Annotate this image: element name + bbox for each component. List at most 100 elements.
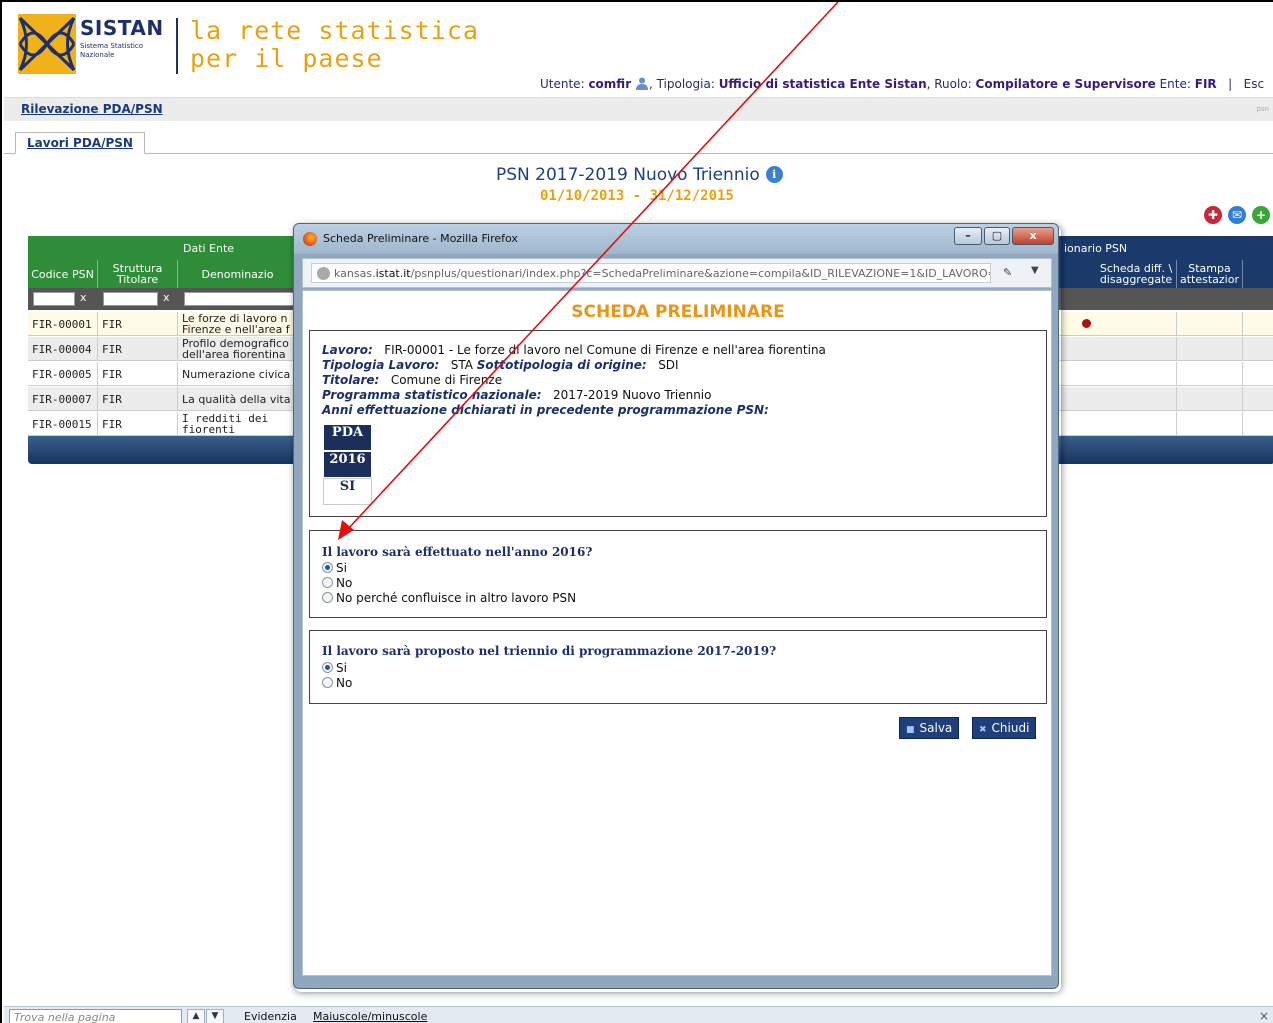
radio-option-si[interactable]: Si (322, 661, 347, 675)
url-host: kansas. (334, 267, 376, 280)
nav-corner-label: psn (1256, 105, 1269, 113)
filter-struttura-input[interactable] (103, 292, 158, 306)
find-close-icon[interactable]: × (1259, 1009, 1269, 1023)
cell-struttura: FIR (98, 387, 178, 411)
radio-icon[interactable] (322, 577, 333, 588)
ruolo-label: , Ruolo: (926, 77, 972, 91)
lavoro-label: Lavoro: (322, 343, 373, 357)
nav-link-rilevazione[interactable]: Rilevazione PDA/PSN (21, 102, 163, 116)
find-input[interactable]: Trova nella pagina (9, 1009, 182, 1023)
years-header: PDA (323, 424, 372, 451)
page-dates: 01/10/2013 - 31/12/2015 (540, 188, 734, 204)
logo-divider (176, 18, 178, 74)
cell-codice: FIR-00005 (28, 362, 98, 386)
radio-icon[interactable] (322, 677, 333, 688)
col-stampa[interactable]: Stampa attestazior (1177, 260, 1243, 288)
filter-codice-input[interactable] (33, 292, 75, 306)
sistan-logo[interactable]: SISTAN Sistema Statistico Nazionale (18, 14, 168, 78)
filter-clear-icon[interactable]: x (80, 291, 87, 304)
tagline: la rete statistica (190, 16, 479, 45)
years-value: SI (323, 478, 372, 505)
col-struttura[interactable]: Struttura Titolare (98, 260, 178, 288)
cell-denominazione: La qualità della vita (178, 387, 298, 411)
find-next-button[interactable]: ▼ (206, 1009, 224, 1023)
cell-denominazione: Profilo demografico dell'area fiorentina (178, 337, 298, 361)
cell-stampa (1177, 362, 1243, 386)
radio-option-no[interactable]: No (322, 576, 353, 590)
filter-denominazione-input[interactable] (184, 292, 298, 306)
col-codice-psn[interactable]: Codice PSN (28, 260, 98, 288)
col-scheda-diff[interactable]: Scheda diff. \ disaggregate (1096, 260, 1177, 288)
question-title: Il lavoro sarà effettuato nell'anno 2016… (322, 545, 593, 559)
popup-url-bar: kansas.istat.it/psnplus/questionari/inde… (302, 258, 1052, 288)
addon-icon[interactable]: ✎ (1003, 266, 1012, 279)
minimize-button[interactable]: – (954, 227, 982, 245)
ente-value: FIR (1194, 77, 1217, 91)
programma-label: Programma statistico nazionale: (322, 388, 542, 402)
programma-line: Programma statistico nazionale: 2017-201… (322, 388, 711, 402)
save-button[interactable]: ■ Salva (899, 717, 960, 739)
url-path: /psnplus/questionari/index.php?c=SchedaP… (410, 267, 991, 280)
find-previous-button[interactable]: ▲ (187, 1009, 205, 1023)
top-navigation: Rilevazione PDA/PSN psn (4, 97, 1273, 121)
radio-option-si[interactable]: Si (322, 561, 347, 575)
radio-selected-icon[interactable] (322, 562, 333, 573)
find-bar: Trova nella pagina ▲ ▼ Evidenzia Maiusco… (4, 1006, 1273, 1023)
radio-label: No (336, 576, 353, 590)
logo-name: SISTAN (80, 16, 164, 40)
highlight-all-button[interactable]: Evidenzia (244, 1010, 297, 1023)
tipologia-lavoro-label: Tipologia Lavoro: (322, 358, 440, 372)
cell-struttura: FIR (98, 412, 178, 436)
sottotipologia-value: SDI (658, 358, 679, 372)
radio-label: No (336, 676, 353, 690)
radio-label: Si (336, 661, 347, 675)
add-icon[interactable]: + (1252, 206, 1270, 224)
titolare-line: Titolare: Comune di Firenze (322, 373, 502, 387)
cell-scheda (1096, 312, 1177, 336)
years-table: PDA 2016 SI (323, 424, 372, 505)
radio-option-no[interactable]: No (322, 676, 353, 690)
radio-label: Si (336, 561, 347, 575)
radio-icon[interactable] (322, 592, 333, 603)
chevron-down-icon[interactable]: ▼ (1031, 265, 1039, 276)
logo-subtitle: Nazionale (80, 51, 115, 59)
lavoro-value: FIR-00001 - Le forze di lavoro nel Comun… (384, 343, 826, 357)
titolare-label: Titolare: (322, 373, 380, 387)
maximize-button[interactable]: ▢ (984, 227, 1010, 245)
status-red-icon[interactable] (1082, 319, 1091, 328)
anni-label: Anni effettuazione dichiarati in precede… (322, 403, 769, 417)
tipologia-label: , Tipologia: (648, 77, 715, 91)
window-close-button[interactable]: x (1012, 227, 1054, 245)
save-icon: ■ (906, 725, 915, 735)
col-denominazione[interactable]: Denominazio (178, 260, 298, 288)
filter-clear-icon[interactable]: x (163, 291, 170, 304)
cell-struttura: FIR (98, 337, 178, 361)
cell-codice: FIR-00001 (28, 312, 98, 336)
popup-titlebar[interactable]: Scheda Preliminare - Mozilla Firefox – ▢… (294, 224, 1058, 254)
delete-icon[interactable]: ✚ (1204, 206, 1222, 224)
close-icon: ✖ (979, 725, 987, 735)
radio-selected-icon[interactable] (322, 662, 333, 673)
info-icon[interactable]: i (765, 166, 783, 183)
close-button[interactable]: ✖ Chiudi (972, 717, 1037, 739)
match-case-checkbox[interactable]: Maiuscole/minuscole (313, 1010, 427, 1023)
cell-scheda (1096, 362, 1177, 386)
anni-line: Anni effettuazione dichiarati in precede… (322, 403, 769, 417)
url-field[interactable]: kansas.istat.it/psnplus/questionari/inde… (311, 263, 991, 283)
logout-link[interactable]: Esc (1244, 77, 1264, 91)
programma-value: 2017-2019 Nuovo Triennio (552, 388, 712, 402)
lavoro-info-box: Lavoro: FIR-00001 - Le forze di lavoro n… (309, 330, 1047, 517)
years-year: 2016 (323, 451, 372, 478)
cell-denominazione: Numerazione civica (178, 362, 298, 386)
mail-icon[interactable]: ✉ (1228, 206, 1246, 224)
tagline: per il paese (190, 44, 383, 73)
save-label: Salva (919, 721, 953, 735)
user-info-bar: Utente: comfir , Tipologia: Ufficio di s… (540, 76, 1264, 91)
sheet-title: SCHEDA PRELIMINARE (571, 302, 785, 322)
user-icon (635, 77, 648, 90)
ruolo-value: Compilatore e Supervisore (975, 77, 1156, 91)
group-dati-ente: Dati Ente (183, 242, 235, 255)
tab-lavori-pda-psn[interactable]: Lavori PDA/PSN (15, 132, 145, 154)
radio-option-confluisce[interactable]: No perché confluisce in altro lavoro PSN (322, 591, 576, 605)
cell-denominazione: Le forze di lavoro n Firenze e nell'area… (178, 312, 298, 336)
